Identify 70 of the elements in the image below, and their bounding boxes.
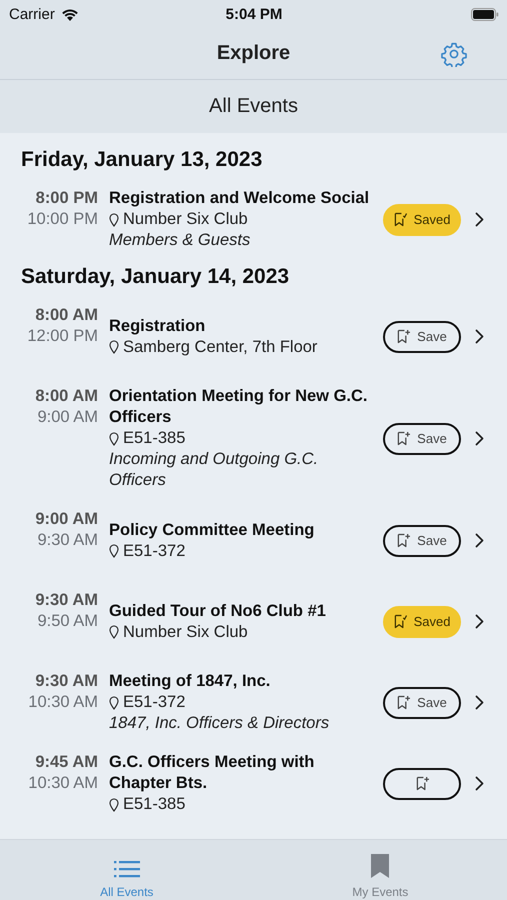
start-time: 8:00 PM — [36, 188, 98, 209]
end-time: 9:50 AM — [37, 611, 98, 632]
event-note: Incoming and Outgoing G.C. Officers — [109, 449, 320, 491]
start-time: 8:00 AM — [35, 386, 98, 407]
bookmark-icon — [416, 776, 428, 791]
end-time: 10:00 PM — [27, 209, 98, 230]
nav-title: Explore — [216, 42, 290, 65]
save-button[interactable]: Save — [383, 320, 461, 352]
battery-icon — [471, 8, 500, 20]
end-time: 12:00 PM — [27, 326, 98, 347]
chevron-icon[interactable] — [475, 212, 484, 227]
event-location: Number Six Club — [123, 209, 248, 230]
pin-icon — [109, 340, 119, 354]
carrier-name: Carrier — [9, 6, 55, 22]
event-title: Policy Committee Meeting — [109, 520, 314, 540]
bookmark-icon — [397, 533, 410, 548]
bookmark-icon — [397, 431, 410, 446]
event-note: Members & Guests — [109, 230, 250, 251]
end-time: 9:30 AM — [37, 530, 98, 551]
start-time: 9:30 AM — [35, 671, 98, 692]
event-title: G.C. Officers Meeting with Chapter Bts. — [109, 752, 316, 794]
settings-icon[interactable] — [441, 41, 467, 67]
save-button[interactable]: Save — [383, 524, 461, 556]
pin-icon — [109, 544, 119, 558]
event-title: Registration — [109, 316, 206, 336]
event-location: Number Six Club — [123, 622, 248, 642]
bookmark-icon — [397, 329, 410, 344]
day-header: Friday, January 13, 2023 — [20, 147, 264, 173]
save-button[interactable]: Save — [383, 686, 461, 718]
event-title: Orientation Meeting for New G.C. Officers — [109, 386, 369, 428]
bookmark-icon — [394, 212, 407, 227]
pin-icon — [109, 625, 119, 639]
pin-icon — [109, 432, 119, 446]
pin-icon — [109, 696, 119, 710]
pin-icon — [109, 798, 119, 812]
bookmark-icon — [397, 695, 410, 710]
event-location: E51-385 — [123, 794, 186, 815]
event-location: Samberg Center, 7th Floor — [123, 336, 318, 358]
save-button[interactable]: Saved — [383, 204, 461, 236]
save-button[interactable]: Save — [383, 422, 461, 454]
wifi-icon — [60, 6, 80, 22]
chevron-icon[interactable] — [475, 695, 484, 710]
bookmark-icon — [370, 853, 390, 879]
event-location: E51-372 — [123, 692, 186, 713]
event-location: E51-385 — [123, 428, 186, 449]
start-time: 9:30 AM — [35, 590, 98, 611]
start-time: 9:45 AM — [35, 752, 98, 773]
chevron-icon[interactable] — [475, 329, 484, 344]
chevron-icon[interactable] — [475, 776, 484, 791]
end-time: 10:30 AM — [28, 773, 98, 794]
chevron-icon[interactable] — [475, 614, 484, 629]
status-time: 5:04 PM — [226, 6, 282, 22]
start-time: 9:00 AM — [35, 509, 98, 530]
day-header: Saturday, January 14, 2023 — [20, 264, 290, 290]
event-title: Meeting of 1847, Inc. — [109, 671, 270, 692]
bookmark-icon — [394, 614, 407, 629]
save-button[interactable]: Saved — [383, 606, 461, 638]
chevron-icon[interactable] — [475, 533, 484, 548]
event-title: Guided Tour of No6 Club #1 — [109, 600, 326, 622]
start-time: 8:00 AM — [35, 305, 98, 326]
end-time: 9:00 AM — [37, 407, 98, 428]
save-button[interactable] — [383, 768, 461, 800]
event-note: 1847, Inc. Officers & Directors — [109, 713, 330, 734]
event-title: Registration and Welcome Social — [109, 188, 370, 209]
pin-icon — [109, 212, 119, 226]
end-time: 10:30 AM — [28, 692, 98, 713]
chevron-icon[interactable] — [475, 431, 484, 446]
section-title: All Events — [209, 95, 298, 118]
event-location: E51-372 — [123, 540, 186, 562]
list-icon — [114, 859, 140, 879]
